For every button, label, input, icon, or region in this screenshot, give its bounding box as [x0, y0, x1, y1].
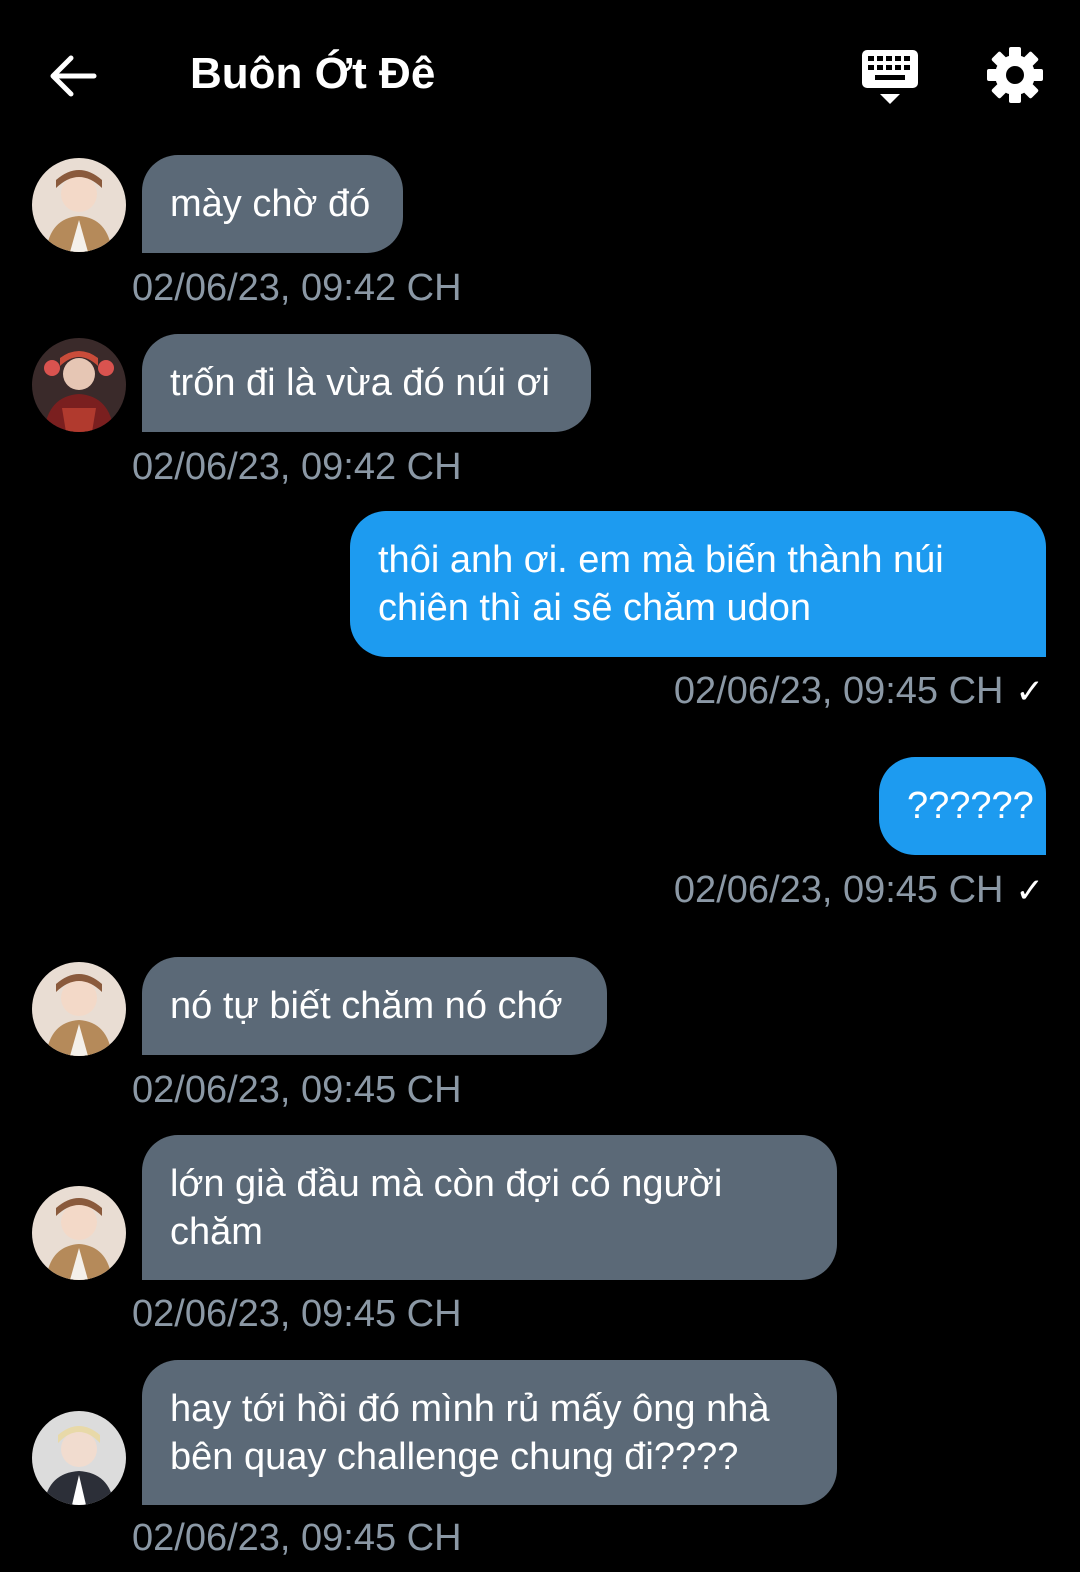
message-timestamp-row: 02/06/23, 09:45 CH ✓ [674, 669, 1044, 714]
avatar-photo-icon [32, 1411, 126, 1505]
message-timestamp: 02/06/23, 09:42 CH [132, 446, 462, 488]
avatar[interactable] [32, 338, 126, 432]
message-timestamp: 02/06/23, 09:45 CH [132, 1517, 462, 1559]
message-text: ?????? [907, 785, 1034, 827]
arrow-left-icon [50, 55, 97, 97]
conversation-title: Buôn Ớt Đê [190, 49, 436, 98]
keyboard-hide-icon [862, 50, 918, 104]
message-timestamp: 02/06/23, 09:45 CH [132, 1069, 462, 1111]
settings-button[interactable] [984, 44, 1046, 106]
message-timestamp: 02/06/23, 09:42 CH [132, 267, 462, 309]
avatar[interactable] [32, 962, 126, 1056]
avatar-photo-icon [32, 1186, 126, 1280]
message-text: thôi anh ơi. em mà biến thành núi chiên … [378, 539, 944, 629]
message-text: mày chờ đó [170, 183, 371, 225]
message-bubble-incoming[interactable]: mày chờ đó [142, 155, 403, 253]
avatar[interactable] [32, 1186, 126, 1280]
message-bubble-incoming[interactable]: hay tới hồi đó mình rủ mấy ông nhà bên q… [142, 1360, 837, 1505]
back-button[interactable] [44, 46, 104, 106]
message-timestamp: 02/06/23, 09:45 CH [673, 869, 1004, 911]
message-timestamp: 02/06/23, 09:45 CH [673, 670, 1004, 712]
avatar[interactable] [32, 158, 126, 252]
avatar[interactable] [32, 1411, 126, 1505]
message-text: hay tới hồi đó mình rủ mấy ông nhà bên q… [170, 1387, 770, 1478]
message-text: lớn già đầu mà còn đợi có người chăm [170, 1162, 723, 1253]
avatar-photo-icon [32, 962, 126, 1056]
keyboard-toggle-button[interactable] [858, 46, 922, 110]
read-check-icon: ✓ [1015, 673, 1045, 711]
read-check-icon: ✓ [1015, 872, 1045, 910]
gear-icon [987, 47, 1043, 103]
message-bubble-incoming[interactable]: lớn già đầu mà còn đợi có người chăm [142, 1135, 837, 1280]
message-bubble-incoming[interactable]: nó tự biết chăm nó chớ [142, 957, 607, 1055]
message-text: trốn đi là vừa đó núi ơi [170, 362, 550, 404]
avatar-photo-icon [32, 158, 126, 252]
avatar-photo-icon [32, 338, 126, 432]
message-bubble-outgoing[interactable]: thôi anh ơi. em mà biến thành núi chiên … [350, 511, 1046, 657]
message-text: nó tự biết chăm nó chớ [170, 985, 563, 1027]
message-timestamp: 02/06/23, 09:45 CH [132, 1293, 462, 1335]
chat-header: Buôn Ớt Đê [0, 0, 1080, 148]
message-bubble-outgoing[interactable]: ?????? [879, 757, 1046, 855]
message-timestamp-row: 02/06/23, 09:45 CH ✓ [674, 868, 1044, 913]
message-bubble-incoming[interactable]: trốn đi là vừa đó núi ơi [142, 334, 591, 432]
